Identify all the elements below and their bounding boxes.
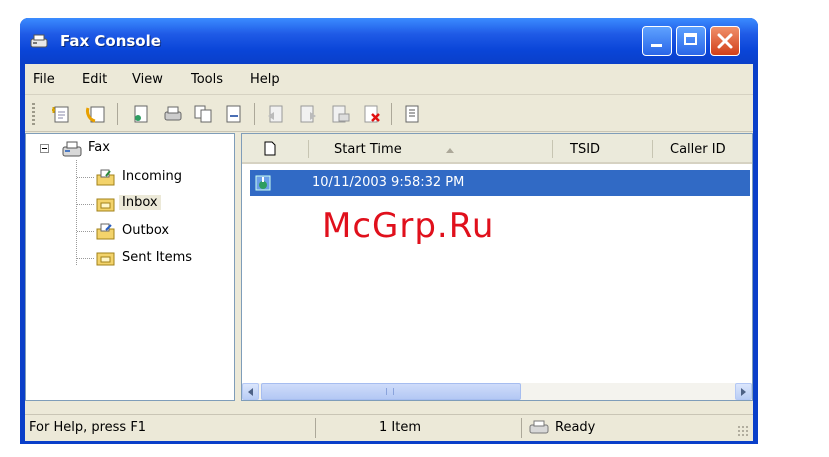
- save-icon[interactable]: [223, 104, 245, 124]
- send-fax-icon[interactable]: [51, 104, 73, 124]
- status-divider: [521, 418, 522, 438]
- folder-tree: Fax Incoming Inbox Outbox Sent Items: [25, 133, 235, 401]
- menu-edit[interactable]: Edit: [82, 72, 107, 87]
- tree-guide-line: [76, 160, 77, 266]
- sent-items-folder-icon: [96, 252, 115, 266]
- list-header: Start Time TSID Caller ID: [242, 134, 752, 164]
- window-title: Fax Console: [60, 32, 161, 50]
- status-bar: For Help, press F1 1 Item Ready: [25, 414, 753, 441]
- scroll-left-button[interactable]: [242, 383, 259, 400]
- sort-ascending-icon: [446, 148, 454, 153]
- column-tsid[interactable]: TSID: [570, 142, 600, 157]
- status-help-text: For Help, press F1: [29, 420, 147, 435]
- forward-icon[interactable]: [297, 104, 319, 124]
- tree-guide-line: [77, 231, 95, 232]
- tree-guide-line: [77, 258, 95, 259]
- menu-help[interactable]: Help: [250, 72, 280, 87]
- toolbar-separator: [117, 103, 118, 125]
- tree-item-inbox[interactable]: Inbox: [119, 195, 161, 210]
- client-area: File Edit View Tools Help Fax Incoming I…: [25, 64, 753, 441]
- properties-icon[interactable]: [401, 104, 423, 124]
- fax-machine-icon: [30, 34, 48, 48]
- tree-item-incoming[interactable]: Incoming: [122, 169, 182, 184]
- print-icon[interactable]: [162, 104, 184, 124]
- document-icon[interactable]: [264, 141, 276, 156]
- toolbar-separator: [391, 103, 392, 125]
- receive-fax-icon[interactable]: [85, 104, 107, 124]
- scroll-right-button[interactable]: [735, 383, 752, 400]
- toolbar-separator: [254, 103, 255, 125]
- close-button[interactable]: [710, 26, 740, 56]
- close-icon: [717, 33, 733, 49]
- maximize-button[interactable]: [676, 26, 706, 56]
- message-list: Start Time TSID Caller ID 10/11/2003 9:5…: [241, 133, 753, 401]
- menu-tools[interactable]: Tools: [191, 72, 223, 87]
- menu-file[interactable]: File: [33, 72, 55, 87]
- watermark: McGrp.Ru: [322, 206, 495, 246]
- fax-machine-icon: [62, 141, 82, 157]
- tree-item-sent-items[interactable]: Sent Items: [122, 250, 192, 265]
- minimize-button[interactable]: [642, 26, 672, 56]
- toolbar: [25, 97, 753, 132]
- title-bar[interactable]: Fax Console: [20, 18, 758, 64]
- status-divider: [315, 418, 316, 438]
- tree-item-outbox[interactable]: Outbox: [122, 223, 169, 238]
- fax-received-icon: [255, 175, 271, 191]
- row-start-time: 10/11/2003 9:58:32 PM: [312, 175, 465, 190]
- view-icon[interactable]: [130, 104, 152, 124]
- column-start-time[interactable]: Start Time: [334, 142, 402, 157]
- tree-collapse-toggle[interactable]: [40, 144, 49, 153]
- menu-view[interactable]: View: [132, 72, 163, 87]
- menu-bar: File Edit View Tools Help: [25, 64, 753, 95]
- scroll-thumb[interactable]: [261, 383, 521, 400]
- inbox-folder-icon: [96, 198, 115, 212]
- tree-guide-line: [77, 204, 95, 205]
- status-state: Ready: [555, 420, 596, 435]
- tree-root-fax[interactable]: Fax: [88, 140, 110, 155]
- column-divider[interactable]: [552, 140, 553, 158]
- delete-icon[interactable]: [361, 104, 383, 124]
- horizontal-scrollbar[interactable]: [242, 383, 752, 400]
- outbox-folder-icon: [96, 223, 115, 240]
- incoming-folder-icon: [96, 169, 115, 186]
- column-divider[interactable]: [308, 140, 309, 158]
- reply-icon[interactable]: [265, 104, 287, 124]
- column-caller-id[interactable]: Caller ID: [670, 142, 726, 157]
- resize-grip[interactable]: [737, 425, 749, 437]
- status-item-count: 1 Item: [379, 420, 421, 435]
- email-icon[interactable]: [329, 104, 351, 124]
- toolbar-grip[interactable]: [32, 103, 35, 125]
- tree-guide-line: [77, 177, 95, 178]
- column-divider[interactable]: [652, 140, 653, 158]
- table-row[interactable]: 10/11/2003 9:58:32 PM: [250, 170, 750, 196]
- copy-icon[interactable]: [192, 104, 214, 124]
- fax-status-icon: [529, 420, 549, 434]
